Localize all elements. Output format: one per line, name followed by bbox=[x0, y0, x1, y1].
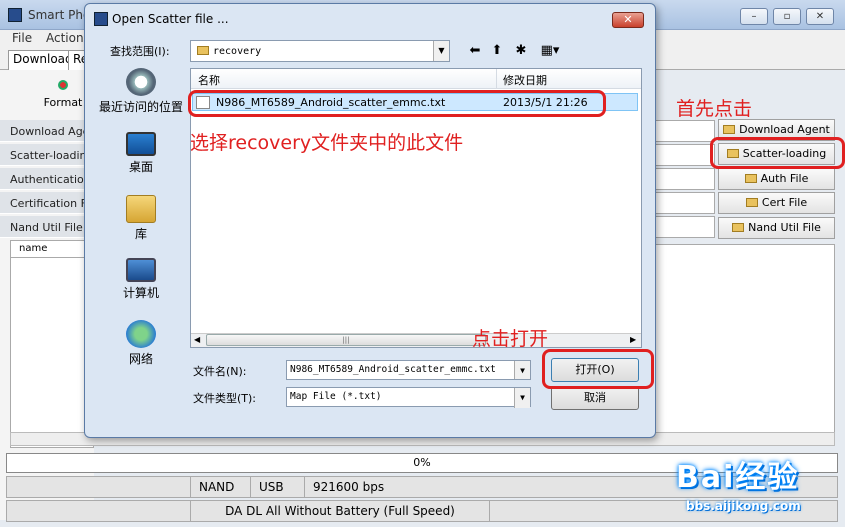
new-folder-icon[interactable]: ✱ bbox=[512, 42, 530, 60]
folder-icon bbox=[745, 198, 758, 207]
nand-util-path[interactable] bbox=[655, 216, 715, 238]
look-in-value: recovery bbox=[213, 46, 262, 57]
label-download-agent: Download Agen bbox=[0, 120, 90, 142]
filetype-select[interactable]: Map File (*.txt) ▼ bbox=[286, 387, 531, 408]
up-folder-icon[interactable]: ⬆ bbox=[488, 42, 506, 60]
scroll-left-icon[interactable]: ◀ bbox=[194, 335, 200, 344]
status-nand: NAND bbox=[190, 477, 242, 497]
watermark-url: bbs.aijikong.com bbox=[686, 499, 801, 513]
filename-value: N986_MT6589_Android_scatter_emmc.txt bbox=[290, 364, 496, 375]
filename-input[interactable]: N986_MT6589_Android_scatter_emmc.txt ▼ bbox=[286, 360, 531, 380]
cert-file-button[interactable]: Cert File bbox=[718, 192, 835, 214]
back-icon[interactable]: ⬅ bbox=[466, 42, 484, 60]
cancel-button[interactable]: 取消 bbox=[551, 386, 639, 410]
folder-icon bbox=[723, 125, 736, 134]
format-button[interactable]: Format bbox=[40, 80, 86, 120]
computer-icon bbox=[126, 258, 156, 282]
place-network[interactable]: 网络 bbox=[96, 320, 186, 367]
scroll-thumb[interactable]: ||| bbox=[206, 334, 486, 346]
download-agent-label: Download Agent bbox=[739, 123, 830, 136]
annotation-click-first: 首先点击 bbox=[676, 98, 753, 120]
column-date[interactable]: 修改日期 bbox=[503, 72, 547, 88]
nand-util-file-button[interactable]: Nand Util File bbox=[718, 217, 835, 239]
nand-util-file-label: Nand Util File bbox=[748, 221, 821, 234]
column-name[interactable]: 名称 bbox=[198, 72, 220, 88]
place-network-label: 网络 bbox=[128, 352, 153, 366]
main-window-title: Smart Pho bbox=[28, 8, 91, 22]
app-icon bbox=[8, 8, 22, 22]
chevron-down-icon[interactable]: ▼ bbox=[433, 41, 449, 61]
place-desktop-label: 桌面 bbox=[128, 160, 153, 174]
annotation-ring-file bbox=[188, 90, 606, 117]
column-separator[interactable] bbox=[496, 69, 497, 89]
folder-icon bbox=[197, 46, 209, 55]
view-menu-icon[interactable]: ▦▾ bbox=[536, 42, 564, 60]
close-main-button[interactable]: ✕ bbox=[806, 8, 834, 25]
cert-file-label: Cert File bbox=[761, 196, 808, 209]
download-agent-path[interactable] bbox=[655, 120, 715, 142]
filename-label: 文件名(N): bbox=[193, 365, 247, 378]
chevron-down-icon[interactable]: ▼ bbox=[514, 388, 530, 408]
filetype-label: 文件类型(T): bbox=[193, 392, 257, 405]
dialog-app-icon bbox=[94, 12, 108, 26]
place-computer[interactable]: 计算机 bbox=[96, 258, 186, 301]
scatter-path[interactable] bbox=[655, 144, 715, 166]
annotation-ring-scatter bbox=[710, 137, 845, 169]
file-list-header bbox=[191, 69, 641, 89]
annotation-click-open: 点击打开 bbox=[472, 328, 549, 350]
cert-path[interactable] bbox=[655, 192, 715, 214]
image-list[interactable] bbox=[10, 258, 94, 448]
folder-icon bbox=[732, 223, 745, 232]
label-nand-util: Nand Util File bbox=[0, 216, 90, 238]
list-column-name[interactable]: name bbox=[10, 240, 94, 258]
place-computer-label: 计算机 bbox=[122, 286, 159, 300]
auth-file-button[interactable]: Auth File bbox=[718, 168, 835, 190]
dialog-close-button[interactable]: ✕ bbox=[612, 12, 644, 28]
label-scatter-loading: Scatter-loading bbox=[0, 144, 90, 166]
annotation-ring-open bbox=[542, 349, 654, 389]
network-icon bbox=[126, 320, 156, 348]
watermark-logo: Bai经验 bbox=[676, 460, 800, 495]
label-authentication: Authentication F bbox=[0, 168, 90, 190]
look-in-label: 查找范围(I): bbox=[110, 45, 170, 58]
right-list-area bbox=[655, 244, 835, 444]
label-certification: Certification File bbox=[0, 192, 90, 214]
place-recent[interactable]: 最近访问的位置 bbox=[96, 68, 186, 115]
chevron-down-icon[interactable]: ▼ bbox=[514, 361, 530, 379]
folder-icon bbox=[744, 174, 757, 183]
place-library-label: 库 bbox=[134, 227, 147, 241]
auth-path[interactable] bbox=[655, 168, 715, 190]
scroll-right-icon[interactable]: ▶ bbox=[630, 335, 636, 344]
filetype-value: Map File (*.txt) bbox=[290, 391, 382, 402]
desktop-icon bbox=[126, 132, 156, 156]
download-mode-status: DA DL All Without Battery (Full Speed) bbox=[190, 500, 490, 522]
recent-places-icon bbox=[126, 68, 156, 96]
dialog-title: Open Scatter file ... bbox=[112, 12, 229, 26]
status-usb: USB bbox=[250, 477, 292, 497]
look-in-combo[interactable]: recovery ▼ bbox=[190, 40, 450, 62]
menu-action[interactable]: Action bbox=[46, 31, 84, 45]
place-library[interactable]: 库 bbox=[96, 195, 186, 242]
auth-file-label: Auth File bbox=[760, 172, 809, 185]
place-recent-label: 最近访问的位置 bbox=[98, 100, 183, 114]
minimize-button[interactable]: – bbox=[740, 8, 768, 25]
annotation-select-file: 选择recovery文件夹中的此文件 bbox=[190, 132, 464, 154]
maximize-button[interactable]: ▫ bbox=[773, 8, 801, 25]
library-icon bbox=[126, 195, 156, 223]
place-desktop[interactable]: 桌面 bbox=[96, 132, 186, 175]
menu-file[interactable]: File bbox=[12, 31, 32, 45]
status-baud: 921600 bps bbox=[304, 477, 392, 497]
